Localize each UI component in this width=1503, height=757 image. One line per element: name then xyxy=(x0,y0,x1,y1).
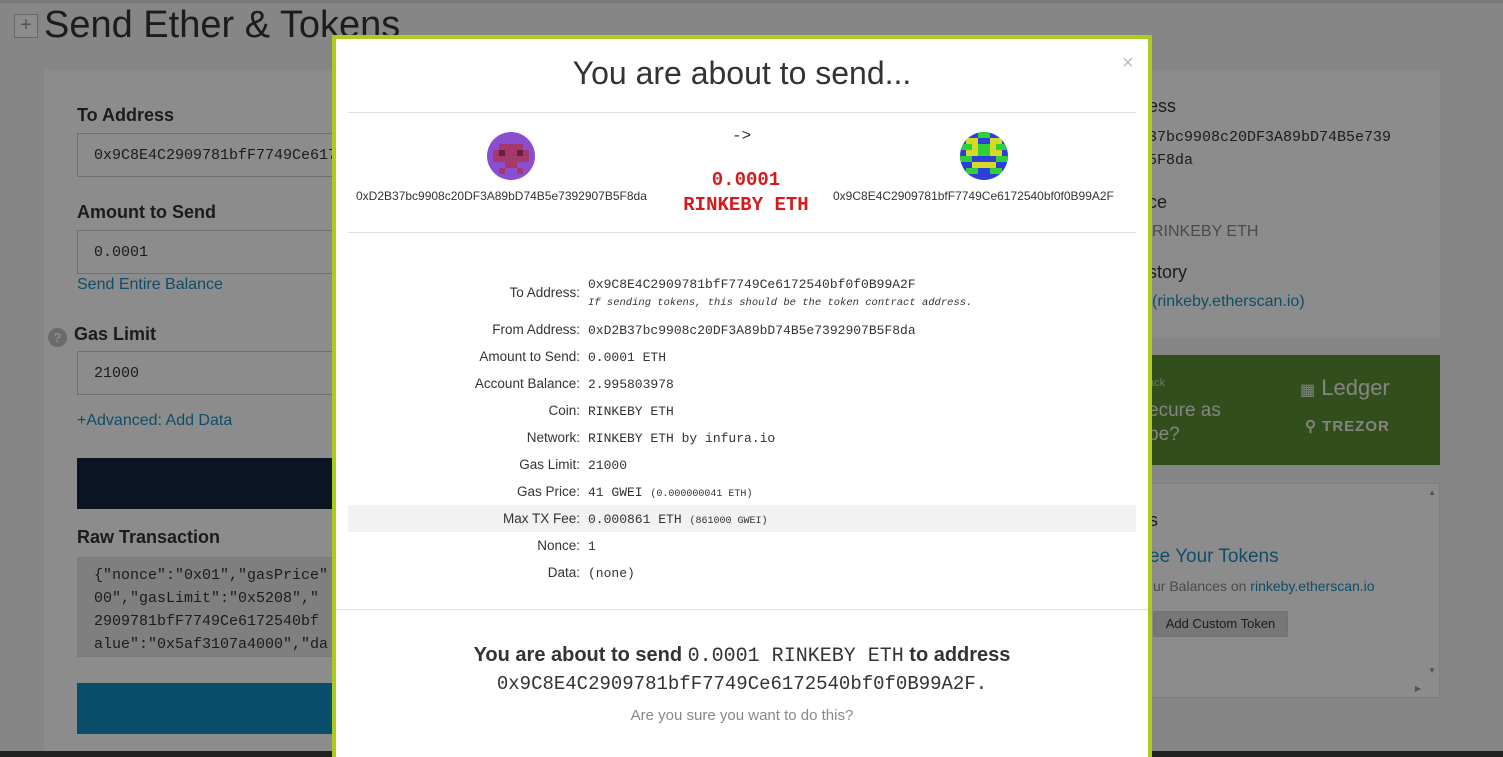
detail-value: 0xD2B37bc9908c20DF3A89bD74B5e7392907B5F8… xyxy=(588,323,916,338)
divider xyxy=(348,112,1136,113)
detail-value: 21000 xyxy=(588,458,628,473)
detail-label: Network: xyxy=(526,430,580,445)
detail-row-balance: Account Balance: 2.995803978 xyxy=(348,370,1136,397)
send-amount: 0.0001 RINKEBY ETH xyxy=(676,168,816,218)
detail-value: 0.000861 ETH (861000 GWEI) xyxy=(588,512,767,527)
detail-row-nonce: Nonce: 1 xyxy=(348,532,1136,559)
close-icon[interactable]: × xyxy=(1122,53,1134,73)
divider xyxy=(336,609,1148,610)
detail-label: Coin: xyxy=(548,403,580,418)
detail-value: 0.0001 ETH xyxy=(588,350,667,365)
detail-label: From Address: xyxy=(492,322,580,337)
confirm-address: 0x9C8E4C2909781bfF7749Ce6172540bf0f0B99A… xyxy=(496,673,988,695)
detail-value: 2.995803978 xyxy=(588,377,674,392)
detail-value: 0x9C8E4C2909781bfF7749Ce6172540bf0f0B99A… xyxy=(588,277,916,292)
detail-value: 41 GWEI (0.000000041 ETH) xyxy=(588,485,752,500)
confirm-amount: 0.0001 RINKEBY ETH xyxy=(687,645,904,668)
to-address: 0x9C8E4C2909781bfF7749Ce6172540bf0f0B99A… xyxy=(833,189,1114,203)
detail-value: 1 xyxy=(588,539,596,554)
detail-row-network: Network: RINKEBY ETH by infura.io xyxy=(348,424,1136,451)
detail-label: Data: xyxy=(547,565,580,580)
detail-label: Gas Limit: xyxy=(519,457,580,472)
from-identicon-icon xyxy=(487,132,535,180)
max-fee-value: 0.000861 ETH xyxy=(588,512,682,527)
detail-label: Nonce: xyxy=(537,538,580,553)
amount-value: 0.0001 xyxy=(711,169,781,191)
from-address: 0xD2B37bc9908c20DF3A89bD74B5e7392907B5F8… xyxy=(356,189,647,203)
send-confirmation-modal: You are about to send... × 0xD2B37bc9908… xyxy=(332,35,1152,757)
detail-row-coin: Coin: RINKEBY ETH xyxy=(348,397,1136,424)
amount-currency: RINKEBY ETH xyxy=(683,194,809,216)
detail-label: To Address: xyxy=(509,285,580,300)
detail-label: Amount to Send: xyxy=(479,349,580,364)
detail-row-from: From Address: 0xD2B37bc9908c20DF3A89bD74… xyxy=(348,316,1136,343)
detail-label: Max TX Fee: xyxy=(502,511,580,526)
to-identicon-icon xyxy=(960,132,1008,180)
detail-row-amount: Amount to Send: 0.0001 ETH xyxy=(348,343,1136,370)
max-fee-gwei: (861000 GWEI) xyxy=(689,516,768,527)
detail-row-max-fee: Max TX Fee: 0.000861 ETH (861000 GWEI) xyxy=(348,505,1136,532)
detail-label: Account Balance: xyxy=(474,376,580,391)
detail-row-gas-price: Gas Price: 41 GWEI (0.000000041 ETH) xyxy=(348,478,1136,505)
confirm-summary: You are about to send 0.0001 RINKEBY ETH… xyxy=(336,644,1148,668)
gas-price-eth: (0.000000041 ETH) xyxy=(650,489,753,500)
confirm-question: Are you sure you want to do this? xyxy=(630,707,854,724)
arrow-icon: -> xyxy=(732,127,752,145)
detail-value: RINKEBY ETH xyxy=(588,404,674,419)
detail-value: RINKEBY ETH by infura.io xyxy=(588,431,776,446)
token-contract-hint: If sending tokens, this should be the to… xyxy=(588,297,973,309)
confirm-prefix: You are about to send xyxy=(473,644,683,666)
modal-title: You are about to send... xyxy=(572,55,912,91)
detail-value: (none) xyxy=(588,566,635,581)
detail-row-gas-limit: Gas Limit: 21000 xyxy=(348,451,1136,478)
divider xyxy=(348,232,1136,233)
gas-price-value: 41 GWEI xyxy=(588,485,643,500)
detail-row-data: Data: (none) xyxy=(348,559,1136,586)
confirm-mid: to address xyxy=(909,644,1011,666)
detail-label: Gas Price: xyxy=(516,484,580,499)
